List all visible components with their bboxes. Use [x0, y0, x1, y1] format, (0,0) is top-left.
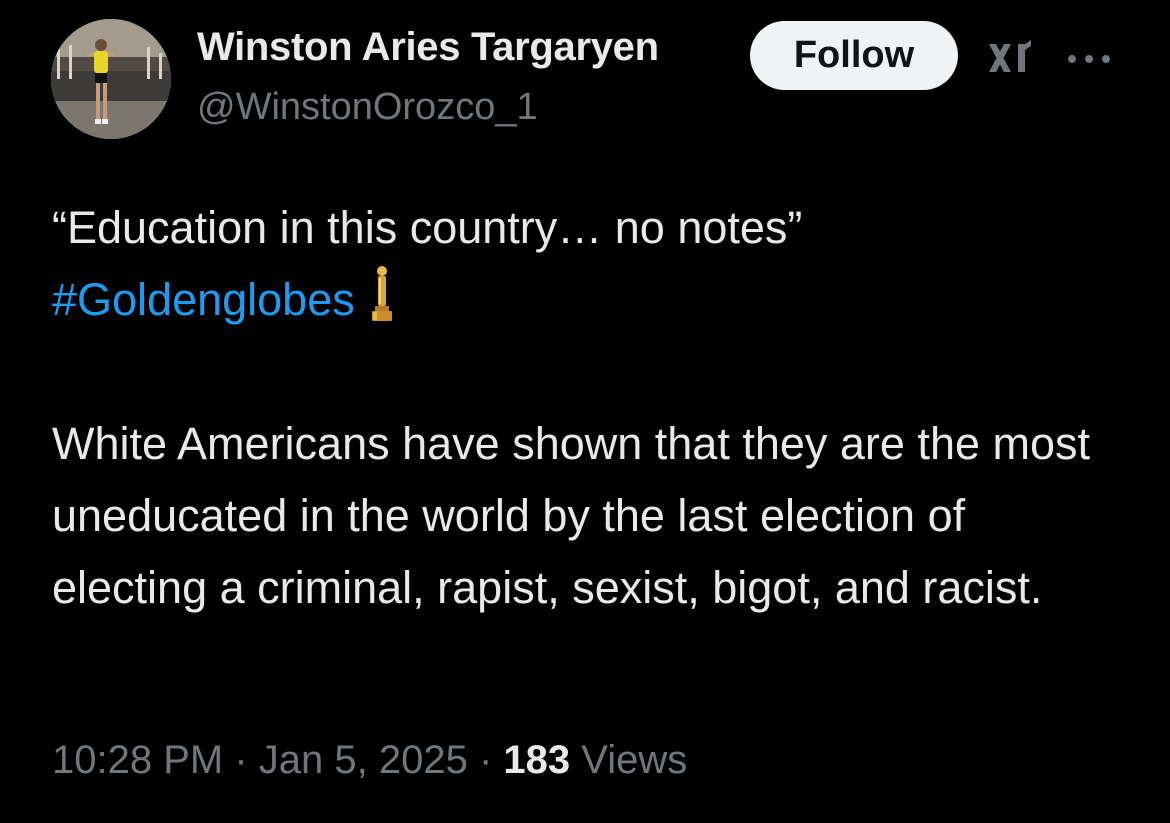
avatar[interactable]	[51, 19, 171, 139]
hashtag-link[interactable]: #Goldenglobes	[52, 274, 355, 325]
meta-separator: ·	[467, 738, 504, 782]
hashtag-line: #Goldenglobes	[52, 264, 1132, 336]
xai-grok-icon[interactable]	[985, 38, 1035, 78]
views-count: 183	[503, 738, 571, 782]
timestamp-date[interactable]: Jan 5, 2025	[259, 738, 468, 782]
tweet-text: “Education in this country… no notes” #G…	[52, 192, 1132, 624]
avatar-photo	[51, 19, 171, 139]
timestamp-time[interactable]: 10:28 PM	[52, 738, 223, 782]
meta-separator: ·	[223, 738, 259, 782]
follow-button[interactable]: Follow	[750, 21, 958, 90]
views-label: Views	[570, 738, 688, 782]
author-display-name[interactable]: Winston Aries Targaryen	[197, 25, 659, 70]
tweet-line-quote: “Education in this country… no notes”	[52, 202, 803, 253]
tweet-meta: 10:28 PM · Jan 5, 2025 · 183 Views	[52, 738, 687, 783]
more-horizontal-icon[interactable]	[1065, 52, 1113, 66]
author-handle[interactable]: @WinstonOrozco_1	[197, 86, 538, 129]
golden-globe-trophy-icon	[371, 266, 392, 321]
tweet-body: White Americans have shown that they are…	[52, 418, 1091, 613]
